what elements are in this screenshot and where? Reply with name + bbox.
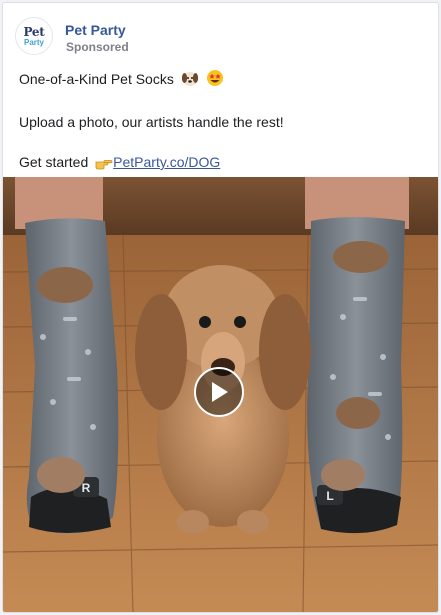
sponsored-label: Sponsored <box>66 40 129 54</box>
post-header: Pet Party Pet Party Sponsored <box>15 15 425 59</box>
play-button[interactable] <box>194 367 244 417</box>
sponsored-post-card: Pet Party Pet Party Sponsored One-of-a-K… <box>2 2 439 613</box>
star-struck-emoji-icon <box>206 69 224 91</box>
sock-label-right: R <box>82 481 91 495</box>
play-icon <box>212 382 228 402</box>
post-text-line-2: Upload a photo, our artists handle the r… <box>19 114 284 130</box>
avatar-logo-text-top: Pet <box>23 24 45 39</box>
petparty-link[interactable]: PetParty.co/DOG <box>113 154 220 170</box>
cta-prefix-text: Get started <box>19 154 89 170</box>
post-text-line-3: Get started PetParty.co/DOG <box>19 153 429 174</box>
avatar-logo-text-bottom: Party <box>23 37 44 47</box>
pointing-hand-emoji-icon <box>95 156 113 174</box>
dog-face-emoji-icon <box>181 69 199 91</box>
post-text: One-of-a-Kind Pet Socks Upload a photo, … <box>19 69 429 174</box>
post-video[interactable]: R L <box>3 177 438 612</box>
page-name-link[interactable]: Pet Party <box>65 22 126 38</box>
headline-text: One-of-a-Kind Pet Socks <box>19 71 174 87</box>
sock-label-left: L <box>326 489 333 503</box>
post-text-line-1: One-of-a-Kind Pet Socks <box>19 69 429 91</box>
page-avatar[interactable]: Pet Party <box>15 17 53 55</box>
